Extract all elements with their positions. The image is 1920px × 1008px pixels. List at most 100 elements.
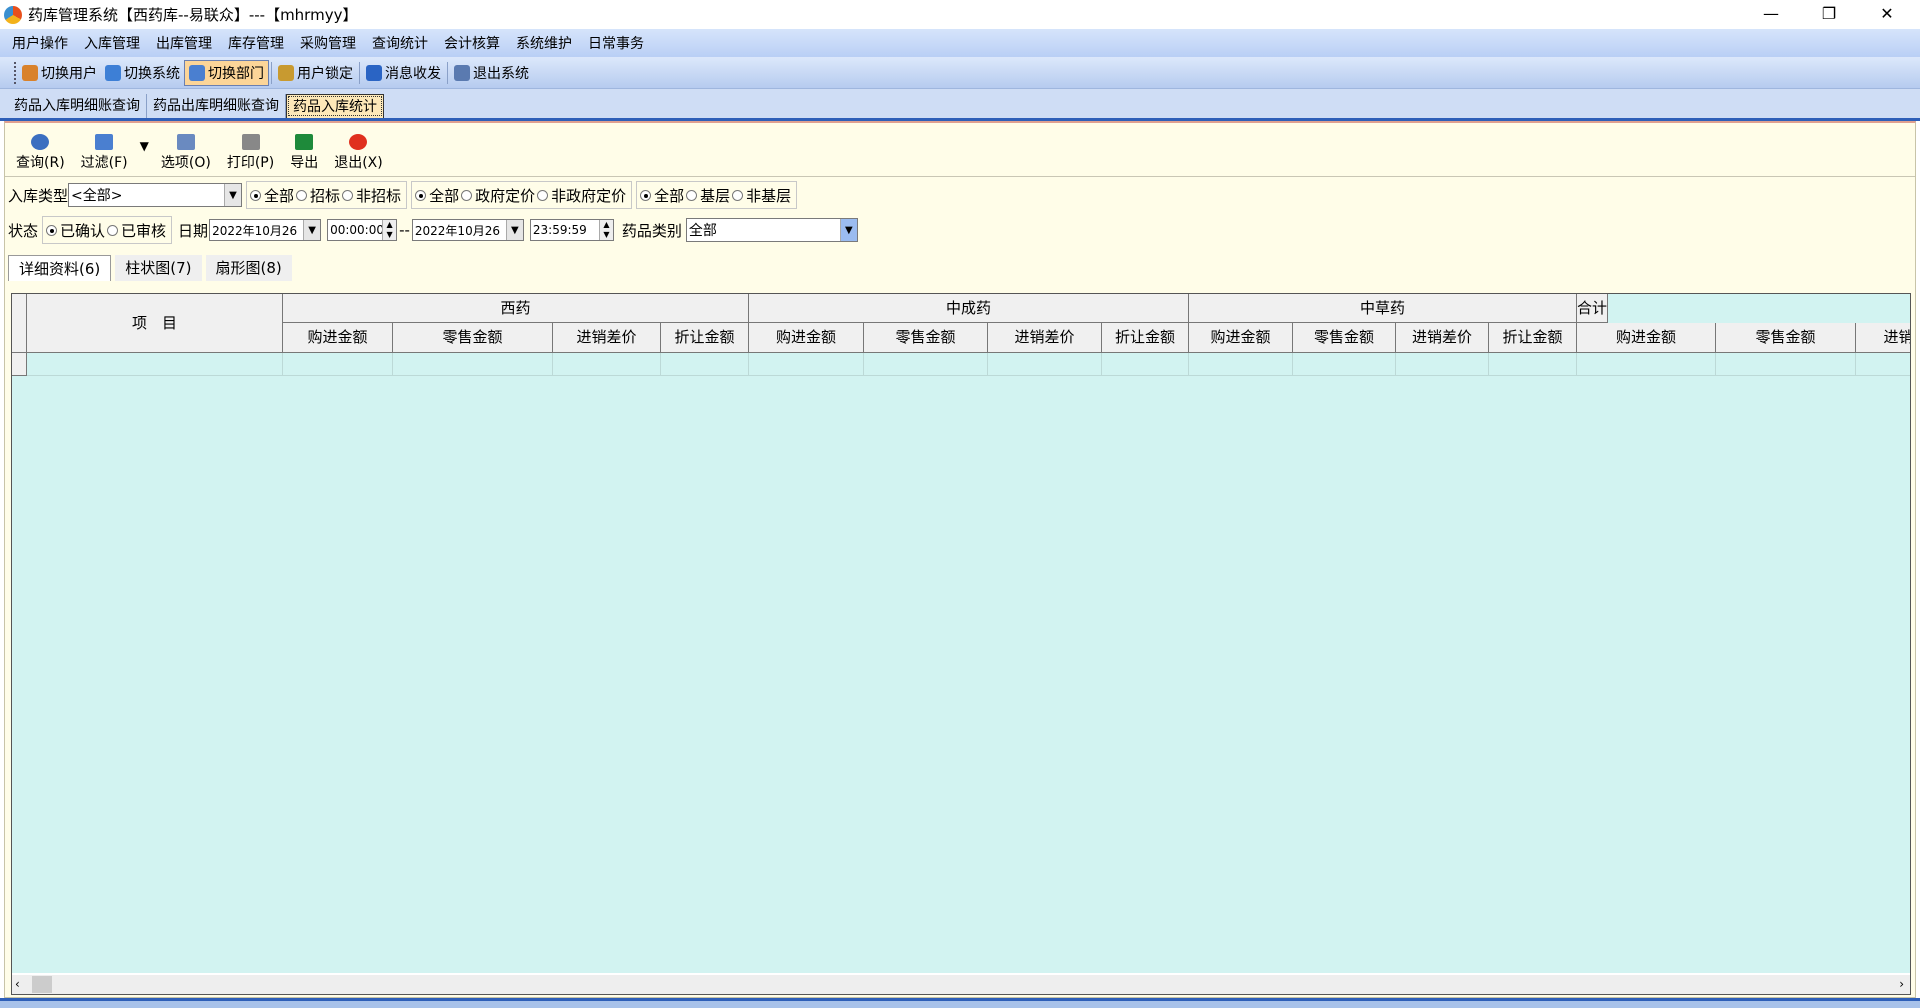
time-from-value: 00:00:00: [330, 223, 383, 237]
grid-cell[interactable]: [283, 353, 393, 376]
column-header: 零售金额: [1293, 323, 1396, 353]
divider: [5, 176, 1915, 177]
close-button[interactable]: ✕: [1858, 0, 1916, 29]
date-to-picker[interactable]: 2022年10月26 ▼: [411, 219, 524, 241]
grid-cell[interactable]: [1102, 353, 1189, 376]
action-dropdown-button[interactable]: ▼: [136, 130, 153, 172]
level-radio-group: 全部 基层 非基层: [636, 181, 798, 209]
radio-pricing-0[interactable]: 全部: [415, 185, 459, 206]
doc-tab-1[interactable]: 药品出库明细账查询: [147, 94, 286, 118]
toolbar-button-label: 用户锁定: [297, 65, 353, 82]
doc-tab-2[interactable]: 药品入库统计: [286, 94, 384, 118]
in-type-select[interactable]: <全部> ▼: [68, 183, 243, 207]
row-selector[interactable]: [12, 353, 27, 376]
action-label: 过滤(F): [80, 155, 128, 171]
date-from-picker[interactable]: 2022年10月26 ▼: [209, 219, 322, 241]
grid-cell[interactable]: [1716, 353, 1856, 376]
scrollbar-thumb[interactable]: [32, 976, 52, 993]
spinner-icon[interactable]: ▲ ▼: [382, 220, 397, 240]
radio-bid-0[interactable]: 全部: [250, 185, 294, 206]
toolbar-button-label: 切换系统: [124, 65, 180, 82]
toolbar-button-5[interactable]: 退出系统: [450, 60, 533, 86]
dropdown-icon[interactable]: ▼: [140, 139, 149, 153]
grid-cell[interactable]: [1293, 353, 1396, 376]
toolbar-button-2[interactable]: 切换部门: [184, 59, 269, 86]
category-select[interactable]: 全部 ▼: [685, 218, 858, 242]
excel-icon: [295, 134, 314, 150]
toolbar-grip[interactable]: [14, 61, 16, 84]
radio-status-0[interactable]: 已确认: [46, 220, 105, 241]
menu-item-3[interactable]: 库存管理: [220, 33, 292, 53]
grid-cell[interactable]: [661, 353, 749, 376]
menu-item-4[interactable]: 采购管理: [292, 33, 364, 53]
radio-circle-icon: [250, 189, 262, 201]
scroll-left-icon[interactable]: ‹: [15, 977, 20, 991]
panel-tab-2[interactable]: 扇形图(8): [205, 255, 292, 281]
action-excel-button[interactable]: 导出: [282, 130, 326, 172]
radio-level-1[interactable]: 基层: [686, 185, 730, 206]
grid-cell[interactable]: [1396, 353, 1489, 376]
radio-label: 全部: [264, 186, 295, 205]
title-bar: 药库管理系统【西药库--易联众】---【mhrmyy】 — ❐ ✕: [0, 0, 1920, 29]
action-label: 导出: [290, 155, 319, 171]
radio-bid-2[interactable]: 非招标: [342, 185, 401, 206]
radio-status-1[interactable]: 已审核: [107, 220, 166, 241]
toolbar-button-1[interactable]: 切换系统: [101, 60, 184, 86]
restore-button[interactable]: ❐: [1800, 0, 1858, 29]
action-printer-button[interactable]: 打印(P): [219, 130, 282, 172]
toolbar-button-0[interactable]: 切换用户: [18, 60, 101, 86]
grid-cell[interactable]: [749, 353, 864, 376]
radio-label: 全部: [654, 186, 685, 205]
grid-cell[interactable]: [1489, 353, 1577, 376]
chevron-down-icon: ▼: [303, 220, 321, 240]
pricing-radio-group: 全部 政府定价 非政府定价: [411, 181, 633, 209]
grid-cell[interactable]: [864, 353, 988, 376]
time-from-input[interactable]: 00:00:00 ▲ ▼: [327, 219, 398, 241]
panel-tab-1[interactable]: 柱状图(7): [115, 255, 202, 281]
spinner-icon[interactable]: ▲ ▼: [598, 220, 613, 240]
radio-level-0[interactable]: 全部: [640, 185, 684, 206]
grid-cell[interactable]: [1856, 353, 1910, 376]
action-filter-button[interactable]: 过滤(F): [73, 130, 136, 172]
chevron-down-icon: ▼: [839, 219, 857, 241]
doc-tab-0[interactable]: 药品入库明细账查询: [8, 94, 147, 118]
panel-tab-0[interactable]: 详细资料(6): [8, 255, 112, 281]
action-refresh-button[interactable]: 查询(R): [8, 130, 73, 172]
radio-label: 已审核: [121, 221, 167, 240]
grid-cell[interactable]: [1189, 353, 1293, 376]
menu-item-7[interactable]: 系统维护: [508, 33, 580, 53]
grid-cell-item[interactable]: [27, 353, 283, 376]
toolbar-button-3[interactable]: 用户锁定: [274, 60, 357, 86]
window-title: 药库管理系统【西药库--易联众】---【mhrmyy】: [28, 6, 358, 24]
department-icon: [189, 64, 205, 81]
radio-bid-1[interactable]: 招标: [296, 185, 340, 206]
grid-cell[interactable]: [393, 353, 553, 376]
options-icon: [176, 134, 195, 150]
grid-cell[interactable]: [988, 353, 1102, 376]
column-header: 折让金额: [1489, 323, 1577, 353]
menu-item-0[interactable]: 用户操作: [4, 33, 76, 53]
action-power-button[interactable]: 退出(X): [326, 130, 391, 172]
group-header-0: 西药: [283, 294, 749, 323]
radio-label: 已确认: [60, 221, 106, 240]
radio-pricing-1[interactable]: 政府定价: [461, 185, 535, 206]
radio-label: 非招标: [356, 186, 402, 205]
toolbar-button-4[interactable]: 消息收发: [362, 60, 445, 86]
toolbar-button-label: 切换用户: [41, 65, 97, 82]
grid-cell[interactable]: [553, 353, 661, 376]
action-toolbar: 查询(R) 过滤(F) ▼ 选项(O) 打印(P) 导出 退出(X): [8, 130, 391, 174]
menu-item-1[interactable]: 入库管理: [76, 33, 148, 53]
horizontal-scrollbar[interactable]: ‹ ›: [12, 973, 1910, 994]
menu-item-5[interactable]: 查询统计: [364, 33, 436, 53]
radio-pricing-2[interactable]: 非政府定价: [537, 185, 626, 206]
column-header: 进销差价: [1396, 323, 1489, 353]
scroll-right-icon[interactable]: ›: [1899, 977, 1904, 991]
radio-level-2[interactable]: 非基层: [732, 185, 791, 206]
menu-item-6[interactable]: 会计核算: [436, 33, 508, 53]
time-to-input[interactable]: 23:59:59 ▲ ▼: [529, 219, 614, 241]
action-options-button[interactable]: 选项(O): [153, 130, 219, 172]
grid-cell[interactable]: [1577, 353, 1716, 376]
menu-item-8[interactable]: 日常事务: [580, 33, 652, 53]
minimize-button[interactable]: —: [1742, 0, 1800, 29]
menu-item-2[interactable]: 出库管理: [148, 33, 220, 53]
